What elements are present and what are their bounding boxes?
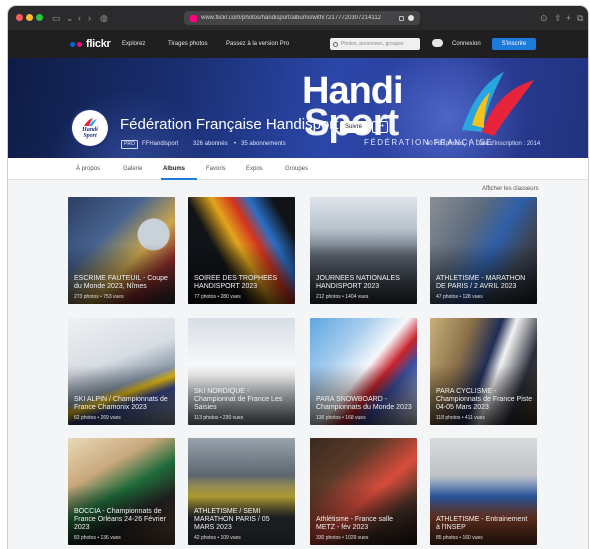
pro-badge: PRO bbox=[121, 140, 138, 149]
record-icon[interactable] bbox=[408, 15, 414, 21]
site-favicon-icon bbox=[190, 14, 197, 22]
album-title: ATHLETISME / SEMI MARATHON PARIS / 05 MA… bbox=[194, 508, 270, 531]
logo-pink-dot-icon bbox=[77, 41, 82, 47]
zoom-window-button[interactable] bbox=[36, 14, 43, 21]
search-input[interactable]: Photos, personnes, groupes bbox=[330, 38, 420, 50]
profile-name: Fédération Française Handisport bbox=[120, 116, 339, 133]
more-options-button[interactable]: ••• bbox=[372, 121, 388, 133]
address-bar[interactable]: www.flickr.com/photos/handisport/albums/… bbox=[184, 11, 420, 25]
album-title: ATHLETISME - Entrainement à l'INSEP bbox=[436, 516, 528, 531]
profile-followers[interactable]: 326 abonnés bbox=[193, 141, 228, 147]
album-card[interactable]: SOIREE DES TROPHEES HANDISPORT 2023 77 p… bbox=[188, 197, 295, 304]
album-title: ATHLETISME - MARATHON DE PARIS / 2 AVRIL… bbox=[436, 275, 526, 290]
avatar-text-line2: Sport bbox=[83, 133, 97, 139]
album-card[interactable]: Athlétisme - France salle METZ - fév 202… bbox=[310, 438, 417, 545]
tab-gallery[interactable]: Galerie bbox=[123, 166, 142, 172]
profile-photo-count: 40 785 photos bbox=[426, 141, 465, 147]
minimize-window-button[interactable] bbox=[26, 14, 33, 21]
album-card[interactable]: ATHLETISME - Entrainement à l'INSEP 85 p… bbox=[430, 438, 537, 545]
profile-following[interactable]: 35 abonnements bbox=[241, 141, 286, 147]
close-window-button[interactable] bbox=[16, 14, 23, 21]
privacy-shield-icon[interactable]: ◍ bbox=[100, 12, 108, 24]
album-meta: 83 photos • 136 vues bbox=[74, 535, 121, 541]
flickr-logo[interactable]: flickr bbox=[70, 38, 111, 50]
nav-go-pro[interactable]: Passez à la version Pro bbox=[226, 41, 289, 47]
album-meta: 118 photos • 411 vues bbox=[436, 415, 485, 421]
signup-button[interactable]: S'inscrire bbox=[492, 38, 536, 50]
show-showcases-link[interactable]: Afficher les classeurs bbox=[482, 186, 539, 192]
album-card[interactable]: ATHLETISME / SEMI MARATHON PARIS / 05 MA… bbox=[188, 438, 295, 545]
album-meta: 113 photos • 230 vues bbox=[194, 415, 244, 421]
upload-cloud-icon[interactable] bbox=[432, 39, 443, 47]
album-card[interactable]: ESCRIME FAUTEUIL - Coupe du Monde 2023, … bbox=[68, 197, 175, 304]
album-card[interactable]: JOURNEES NATIONALES HANDISPORT 2023 212 … bbox=[310, 197, 417, 304]
tab-overview-icon[interactable]: ⧉ bbox=[577, 12, 583, 24]
share-icon[interactable]: ⇪ bbox=[554, 12, 562, 24]
logo-blue-dot-icon bbox=[70, 41, 75, 47]
separator-bar: | bbox=[469, 141, 471, 147]
search-icon bbox=[333, 41, 338, 47]
album-title: JOURNEES NATIONALES HANDISPORT 2023 bbox=[316, 275, 400, 290]
tab-favorites[interactable]: Favoris bbox=[206, 166, 226, 172]
lock-icon bbox=[399, 15, 404, 21]
download-icon[interactable]: ⊙ bbox=[540, 12, 548, 24]
profile-username: FFHandisport bbox=[142, 141, 179, 147]
album-meta: 85 photos • 160 vues bbox=[436, 535, 483, 541]
album-title: ESCRIME FAUTEUIL - Coupe du Monde 2023, … bbox=[74, 275, 168, 290]
tab-expos[interactable]: Expos bbox=[246, 166, 263, 172]
browser-toolbar: ▭ ⌄ ‹ › ◍ www.flickr.com/photos/handispo… bbox=[8, 6, 588, 30]
album-card[interactable]: BOCCIA - Championnats de France Orléans … bbox=[68, 438, 175, 545]
album-card[interactable]: ATHLETISME - MARATHON DE PARIS / 2 AVRIL… bbox=[430, 197, 537, 304]
album-card[interactable]: SKI NORDIQUE - Championnat de France Les… bbox=[188, 318, 295, 425]
album-title: SKI NORDIQUE - Championnat de France Les… bbox=[194, 388, 283, 411]
album-meta: 77 photos • 280 vues bbox=[194, 294, 241, 300]
back-icon[interactable]: ‹ bbox=[78, 12, 81, 24]
album-meta: 62 photos • 269 vues bbox=[74, 415, 121, 421]
sidebar-icon[interactable]: ▭ bbox=[52, 12, 61, 24]
album-meta: 47 photos • 128 vues bbox=[436, 294, 483, 300]
swoosh-logo-icon bbox=[462, 72, 534, 136]
forward-icon[interactable]: › bbox=[88, 12, 91, 24]
signin-link[interactable]: Connexion bbox=[452, 41, 481, 47]
album-title: Athlétisme - France salle METZ - fév 202… bbox=[316, 516, 394, 531]
new-tab-icon[interactable]: + bbox=[566, 12, 571, 24]
tab-groups[interactable]: Groupes bbox=[285, 166, 308, 172]
tab-albums[interactable]: Albums bbox=[163, 166, 185, 172]
album-title: SOIREE DES TROPHEES HANDISPORT 2023 bbox=[194, 275, 278, 290]
profile-tabs: À propos Galerie Albums Favoris Expos Gr… bbox=[8, 158, 588, 180]
separator-dot: • bbox=[234, 141, 237, 147]
nav-explore[interactable]: Explorez bbox=[122, 41, 145, 47]
nav-prints[interactable]: Tirages photos bbox=[168, 41, 207, 47]
tab-about[interactable]: À propos bbox=[76, 166, 100, 172]
search-placeholder: Photos, personnes, groupes bbox=[341, 41, 404, 47]
url-text: www.flickr.com/photos/handisport/albums/… bbox=[201, 15, 381, 21]
browser-window: ▭ ⌄ ‹ › ◍ www.flickr.com/photos/handispo… bbox=[8, 6, 588, 549]
handisport-banner-logo: Handi Sport FÉDÉRATION FRANÇAISE bbox=[302, 70, 542, 152]
avatar-logo-icon bbox=[84, 118, 97, 126]
album-card[interactable]: SKI ALPIN / Championnats de France Chamo… bbox=[68, 318, 175, 425]
album-title: SKI ALPIN / Championnats de France Chamo… bbox=[74, 396, 168, 411]
album-meta: 330 photos • 1029 vues bbox=[316, 535, 369, 541]
album-meta: 273 photos • 753 vues bbox=[74, 294, 124, 300]
album-title: PARA CYCLISME - Championnats de France P… bbox=[436, 388, 533, 411]
album-meta: 136 photos • 168 vues bbox=[316, 415, 366, 421]
follow-button[interactable]: Suivre bbox=[340, 121, 367, 133]
album-title: PARA SNOWBOARD - Championnats du Monde 2… bbox=[316, 396, 412, 411]
logo-text: flickr bbox=[86, 38, 111, 50]
album-meta: 42 photos • 109 vues bbox=[194, 535, 241, 541]
album-card[interactable]: PARA SNOWBOARD - Championnats du Monde 2… bbox=[310, 318, 417, 425]
album-title: BOCCIA - Championnats de France Orléans … bbox=[74, 508, 166, 531]
chevron-down-icon[interactable]: ⌄ bbox=[66, 12, 74, 24]
site-header: flickr Explorez Tirages photos Passez à … bbox=[8, 30, 588, 58]
avatar[interactable]: Handi Sport bbox=[72, 110, 108, 146]
album-meta: 212 photos • 1404 vues bbox=[316, 294, 369, 300]
profile-join-date: Date d'inscription : 2014 bbox=[476, 141, 541, 147]
active-tab-indicator bbox=[161, 178, 197, 180]
album-card[interactable]: PARA CYCLISME - Championnats de France P… bbox=[430, 318, 537, 425]
